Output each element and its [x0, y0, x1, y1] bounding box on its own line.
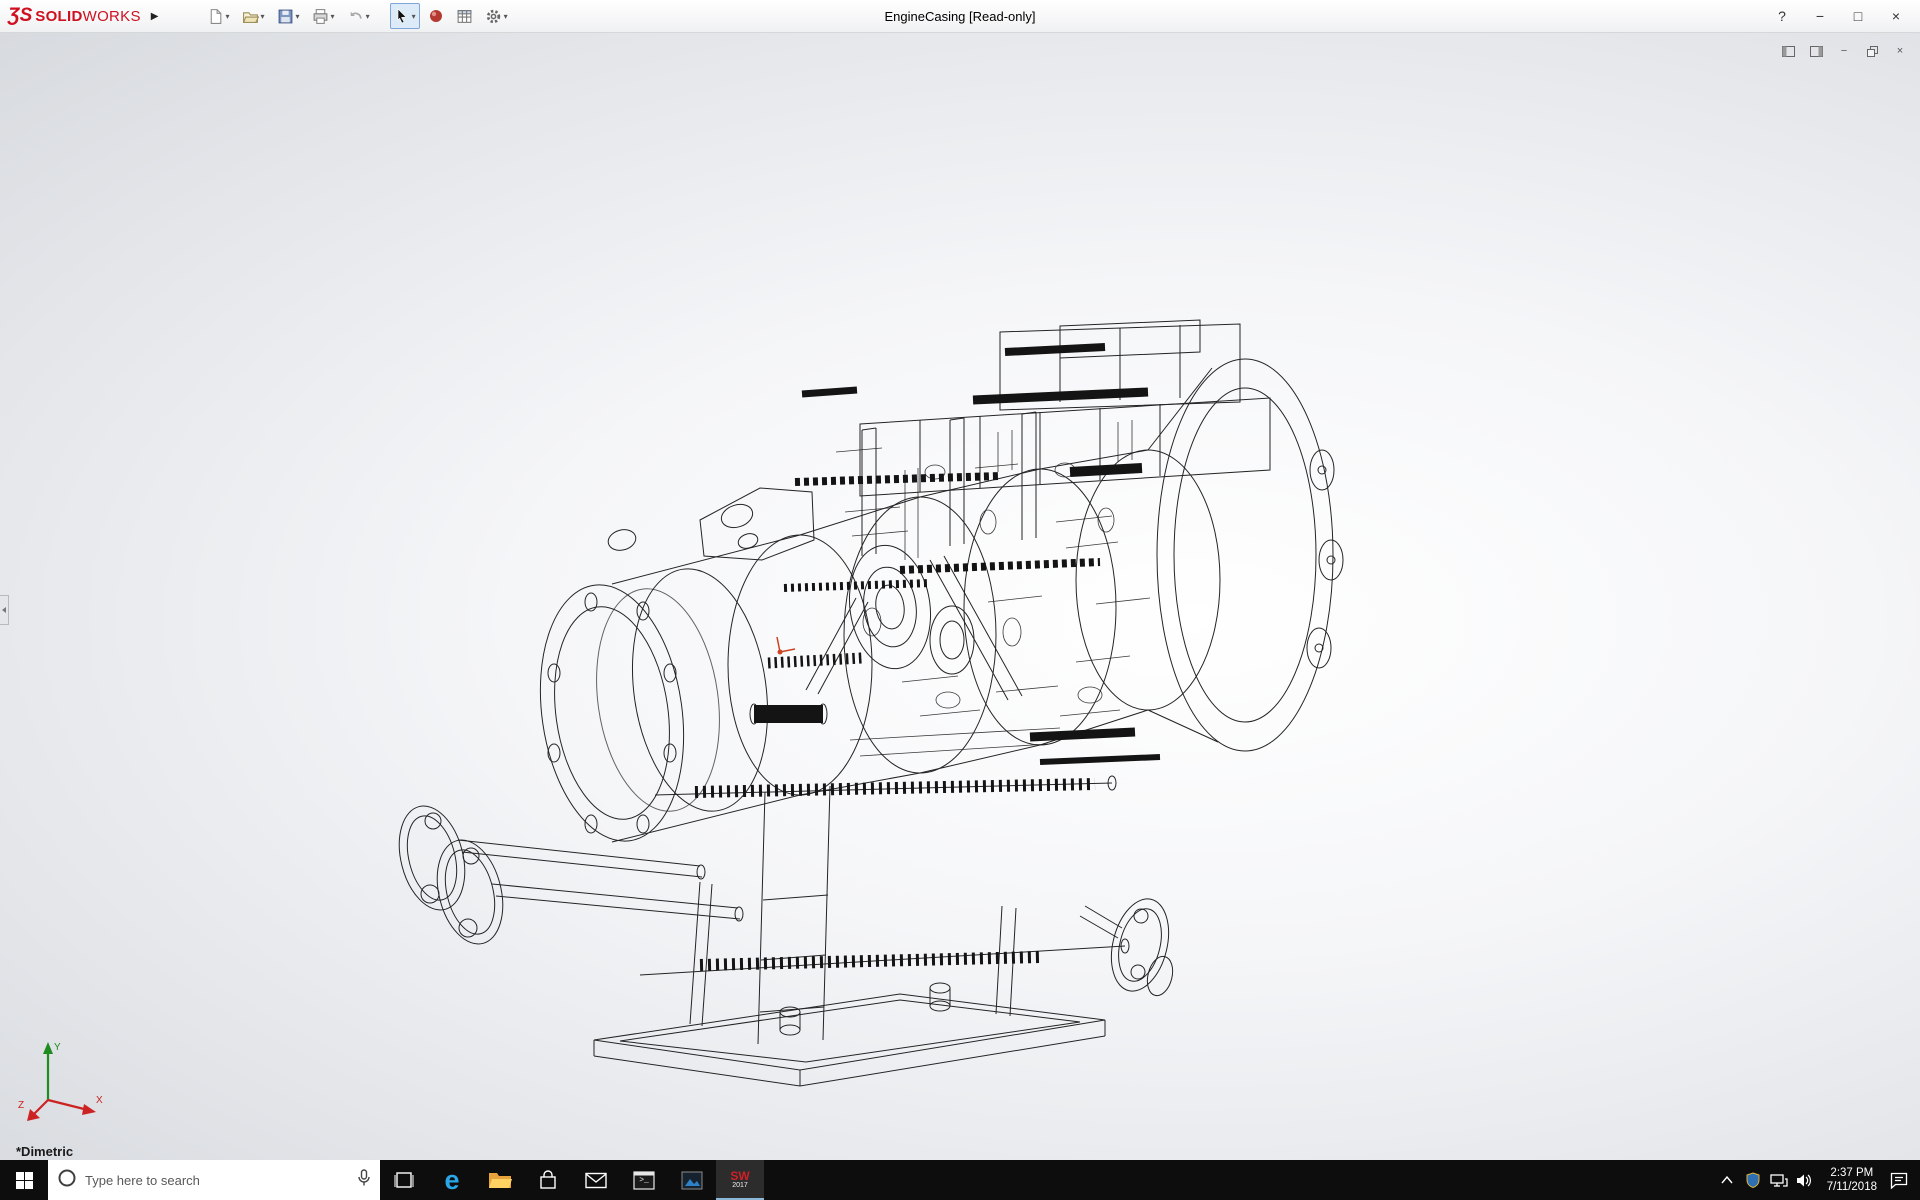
file-explorer-icon — [488, 1170, 512, 1190]
doc-restore-button[interactable] — [1864, 43, 1880, 59]
search-box[interactable] — [48, 1160, 380, 1200]
undo-icon — [347, 8, 364, 25]
collapse-arrow-icon — [2, 607, 6, 613]
solidworks-logo: ƷS SOLID WORKS — [0, 5, 147, 27]
cortana-icon[interactable] — [57, 1168, 77, 1193]
help-button[interactable]: ? — [1770, 4, 1794, 28]
save-icon — [277, 8, 294, 25]
view-orientation-label: *Dimetric — [16, 1144, 73, 1159]
dropdown-arrow-icon: ▾ — [504, 12, 508, 21]
microphone-icon[interactable] — [357, 1169, 371, 1192]
doc-minimize-button[interactable]: − — [1836, 43, 1852, 59]
options-button[interactable]: ▾ — [481, 3, 512, 29]
document-window-controls: − × — [1780, 43, 1908, 59]
undo-button[interactable]: ▾ — [343, 3, 374, 29]
new-document-icon — [207, 8, 224, 25]
x-axis-label: X — [96, 1095, 103, 1106]
design-table-icon — [456, 8, 473, 25]
console-prompt-glyph: >_ — [639, 1176, 649, 1185]
start-button[interactable] — [0, 1160, 48, 1200]
file-explorer-button[interactable] — [476, 1160, 524, 1200]
engine-wireframe-model — [0, 33, 1920, 1160]
brand-text-bold: SOLID — [35, 8, 82, 25]
dropdown-arrow-icon: ▾ — [226, 12, 230, 21]
clock-date: 7/11/2018 — [1827, 1180, 1877, 1194]
brand-text-light: WORKS — [83, 8, 141, 25]
open-button[interactable]: ▾ — [238, 3, 269, 29]
close-button[interactable]: × — [1884, 4, 1908, 28]
action-center-icon — [1890, 1172, 1908, 1189]
clock-time: 2:37 PM — [1827, 1166, 1877, 1180]
store-button[interactable] — [524, 1160, 572, 1200]
save-button[interactable]: ▾ — [273, 3, 304, 29]
volume-icon — [1796, 1173, 1813, 1188]
defender-shield-icon — [1746, 1172, 1760, 1188]
taskbar: e >_ SW 2017 — [0, 1160, 1920, 1200]
dropdown-arrow-icon: ▾ — [366, 12, 370, 21]
options-gear-icon — [485, 8, 502, 25]
dock-pane-left-icon — [1782, 46, 1795, 57]
featuremanager-collapse-tab[interactable] — [0, 595, 9, 625]
dock-pane-left-button[interactable] — [1780, 43, 1796, 59]
defender-tray-button[interactable] — [1740, 1160, 1766, 1200]
hidden-icons-chevron-icon — [1721, 1176, 1733, 1184]
task-view-icon — [393, 1170, 415, 1190]
x-axis-arrow — [82, 1104, 96, 1115]
mail-button[interactable] — [572, 1160, 620, 1200]
photos-icon — [681, 1171, 703, 1190]
minimize-button[interactable]: − — [1808, 4, 1832, 28]
solidworks-taskbar-button[interactable]: SW 2017 — [716, 1160, 764, 1200]
titlebar: ƷS SOLID WORKS ▶ ▾ ▾ ▾ ▾ ▾ ▾ — [0, 0, 1920, 33]
open-icon — [242, 8, 259, 25]
edge-button[interactable]: e — [428, 1160, 476, 1200]
hidden-icons-button[interactable] — [1714, 1160, 1740, 1200]
quick-toolbar: ▾ ▾ ▾ ▾ ▾ ▾ ▾ — [201, 3, 514, 29]
dropdown-arrow-icon: ▾ — [261, 12, 265, 21]
search-input[interactable] — [85, 1173, 349, 1188]
task-view-button[interactable] — [380, 1160, 428, 1200]
graphics-area[interactable]: − × — [0, 33, 1920, 1160]
solidworks-logo-glyph: ƷS — [8, 5, 32, 27]
network-tray-button[interactable] — [1766, 1160, 1792, 1200]
new-document-button[interactable]: ▾ — [203, 3, 234, 29]
volume-tray-button[interactable] — [1792, 1160, 1818, 1200]
action-center-button[interactable] — [1886, 1160, 1912, 1200]
dock-pane-right-icon — [1810, 46, 1823, 57]
command-prompt-button[interactable]: >_ — [620, 1160, 668, 1200]
menu-expander-button[interactable]: ▶ — [147, 7, 163, 26]
appearance-sphere-icon — [428, 8, 444, 24]
select-tool-button[interactable]: ▾ — [390, 3, 420, 29]
window-controls: ? − □ × — [1770, 4, 1920, 28]
restore-icon — [1867, 46, 1878, 57]
y-axis-arrow — [43, 1042, 53, 1054]
origin-marker — [777, 637, 795, 655]
dropdown-arrow-icon: ▾ — [331, 12, 335, 21]
photos-button[interactable] — [668, 1160, 716, 1200]
network-icon — [1770, 1173, 1788, 1188]
taskbar-clock[interactable]: 2:37 PM 7/11/2018 — [1818, 1166, 1886, 1194]
y-axis-label: Y — [54, 1042, 61, 1053]
print-icon — [312, 8, 329, 25]
edge-icon: e — [444, 1167, 459, 1194]
select-cursor-icon — [394, 8, 410, 24]
start-icon — [16, 1172, 33, 1189]
pinned-apps: e >_ SW 2017 — [380, 1160, 764, 1200]
solidworks-year-label: 2017 — [732, 1182, 748, 1190]
print-button[interactable]: ▾ — [308, 3, 339, 29]
dock-pane-right-button[interactable] — [1808, 43, 1824, 59]
doc-close-button[interactable]: × — [1892, 43, 1908, 59]
appearance-button[interactable] — [424, 3, 448, 29]
design-table-button[interactable] — [452, 3, 477, 29]
dropdown-arrow-icon: ▾ — [412, 12, 416, 21]
orientation-triad: Y X Z — [16, 1028, 108, 1126]
z-axis-label: Z — [18, 1100, 24, 1111]
maximize-button[interactable]: □ — [1846, 4, 1870, 28]
dropdown-arrow-icon: ▾ — [296, 12, 300, 21]
store-icon — [538, 1170, 558, 1190]
solidworks-icon: SW — [730, 1170, 749, 1182]
mail-icon — [585, 1172, 607, 1189]
system-tray: 2:37 PM 7/11/2018 — [1714, 1160, 1920, 1200]
